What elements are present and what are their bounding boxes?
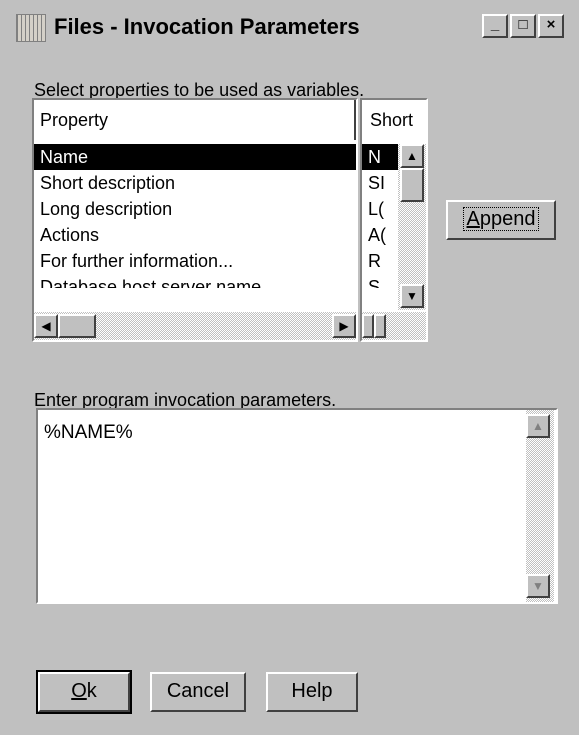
list-item[interactable]: Actions: [40, 222, 99, 248]
list-item[interactable]: SI: [368, 170, 385, 196]
minimize-button[interactable]: _: [482, 14, 508, 38]
scroll-left-icon[interactable]: [362, 314, 374, 338]
list-item[interactable]: Database host server name: [40, 274, 261, 288]
scroll-up-icon[interactable]: ▲: [526, 414, 550, 438]
params-textarea[interactable]: %NAME% ▲ ▼: [36, 408, 558, 604]
list-item[interactable]: S: [368, 274, 380, 288]
vertical-scrollbar[interactable]: ▲ ▼: [398, 144, 426, 310]
maximize-button[interactable]: □: [510, 14, 536, 38]
list-item[interactable]: N: [362, 144, 398, 170]
help-button[interactable]: Help: [266, 672, 358, 712]
short-list[interactable]: Short N SI L( A( R S ▲ ▼: [360, 98, 428, 342]
list-item[interactable]: Long description: [40, 196, 172, 222]
list-item[interactable]: R: [368, 248, 381, 274]
column-header-property[interactable]: Property: [34, 100, 356, 140]
system-menu-icon[interactable]: [16, 14, 46, 42]
property-list[interactable]: Property Name Short description Long des…: [32, 98, 358, 342]
close-button[interactable]: ×: [538, 14, 564, 38]
list-item[interactable]: For further information...: [40, 248, 233, 274]
scroll-thumb[interactable]: [400, 168, 424, 202]
scroll-down-icon[interactable]: ▼: [526, 574, 550, 598]
list-item[interactable]: L(: [368, 196, 384, 222]
window-title: Files - Invocation Parameters: [54, 14, 360, 39]
cancel-button[interactable]: Cancel: [150, 672, 246, 712]
title-bar[interactable]: Files - Invocation Parameters _ □ ×: [0, 0, 579, 56]
append-button[interactable]: Append: [446, 200, 556, 240]
scroll-up-icon[interactable]: ▲: [400, 144, 424, 168]
scroll-down-icon[interactable]: ▼: [400, 284, 424, 308]
scroll-thumb[interactable]: [58, 314, 96, 338]
list-item[interactable]: A(: [368, 222, 386, 248]
horizontal-scrollbar[interactable]: [362, 312, 426, 340]
horizontal-scrollbar[interactable]: ◀ ▶: [34, 312, 356, 340]
list-item[interactable]: Name: [34, 144, 356, 170]
scroll-right-icon[interactable]: [374, 314, 386, 338]
list-item[interactable]: Short description: [40, 170, 175, 196]
ok-button[interactable]: Ok: [36, 670, 132, 714]
vertical-scrollbar[interactable]: ▲ ▼: [526, 410, 554, 602]
params-value[interactable]: %NAME%: [44, 422, 133, 444]
scroll-left-icon[interactable]: ◀: [34, 314, 58, 338]
scroll-right-icon[interactable]: ▶: [332, 314, 356, 338]
column-header-short[interactable]: Short: [362, 100, 426, 140]
